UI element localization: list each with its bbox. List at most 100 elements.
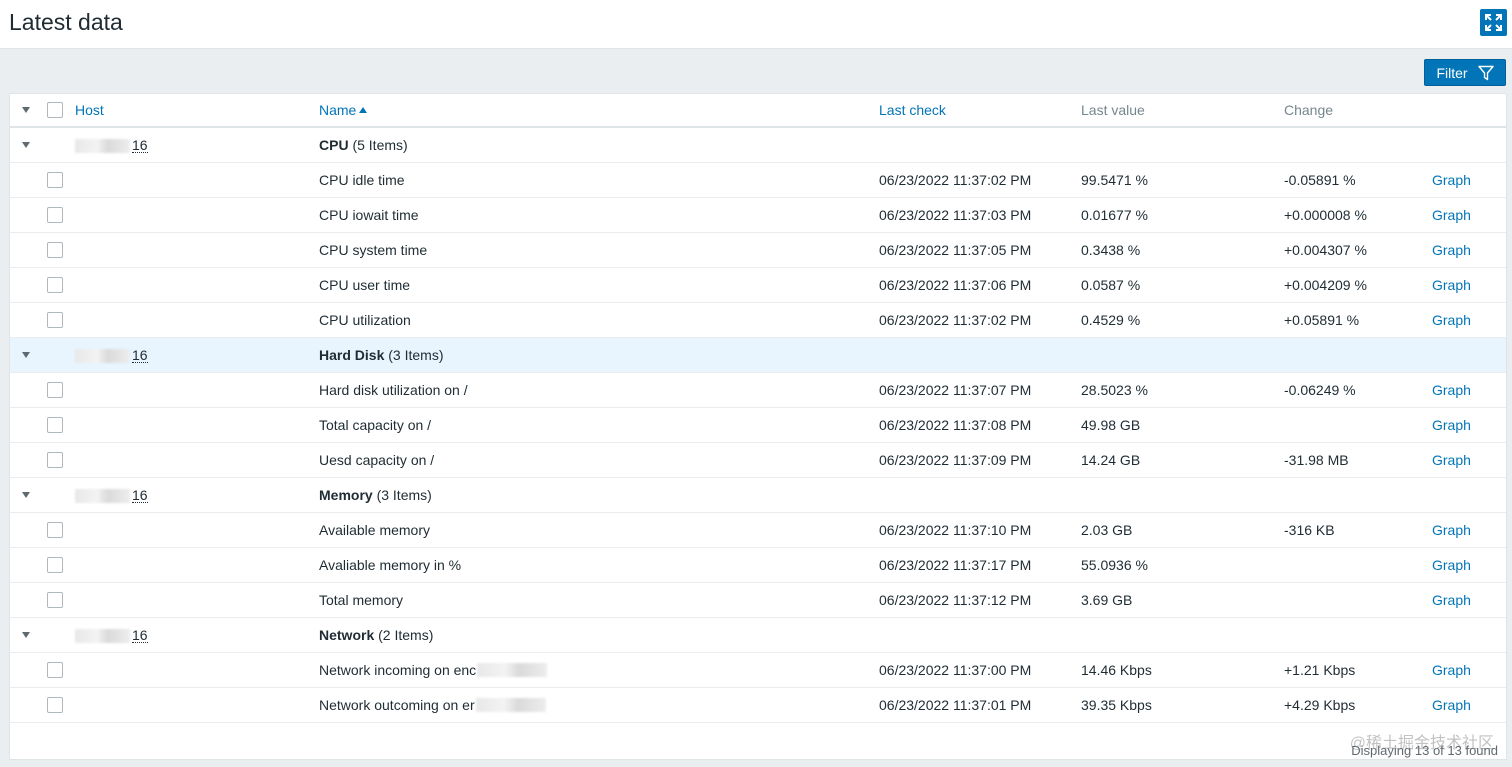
graph-link[interactable]: Graph (1432, 277, 1471, 293)
group-name: Hard Disk (319, 347, 385, 363)
host-link[interactable]: 16 (75, 488, 148, 503)
graph-link[interactable]: Graph (1432, 522, 1471, 538)
item-last-value: 14.24 GB (1081, 452, 1141, 468)
row-checkbox[interactable] (47, 452, 63, 468)
item-last-check: 06/23/2022 11:37:02 PM (879, 312, 1032, 328)
item-name: Total capacity on / (319, 417, 432, 433)
group-row: 16 CPU (5 Items) (10, 128, 1506, 163)
collapse-all-toggle[interactable] (22, 107, 30, 113)
item-change: +0.004307 % (1284, 242, 1367, 258)
table-row: Uesd capacity on / 06/23/2022 11:37:09 PM… (10, 443, 1506, 478)
group-name: Memory (319, 487, 373, 503)
column-change: Change (1284, 102, 1334, 118)
latest-data-table: Host Name Last check Last value Change 1… (9, 93, 1507, 760)
group-count: (5 Items) (352, 137, 408, 153)
group-collapse-toggle[interactable] (22, 142, 30, 148)
item-change: +0.004209 % (1284, 277, 1367, 293)
item-last-check: 06/23/2022 11:37:03 PM (879, 207, 1032, 223)
item-last-check: 06/23/2022 11:37:08 PM (879, 417, 1032, 433)
row-checkbox[interactable] (47, 662, 63, 678)
table-row: Available memory 06/23/2022 11:37:10 PM 2.… (10, 513, 1506, 548)
column-last-value: Last value (1081, 102, 1145, 118)
graph-link[interactable]: Graph (1432, 452, 1471, 468)
graph-link[interactable]: Graph (1432, 172, 1471, 188)
row-checkbox[interactable] (47, 522, 63, 538)
group-count: (3 Items) (388, 347, 444, 363)
item-last-check: 06/23/2022 11:37:07 PM (879, 382, 1032, 398)
row-checkbox[interactable] (47, 697, 63, 713)
group-collapse-toggle[interactable] (22, 492, 30, 498)
table-row: CPU iowait time 06/23/2022 11:37:03 PM 0.0… (10, 198, 1506, 233)
item-last-value: 3.69 GB (1081, 592, 1133, 608)
graph-link[interactable]: Graph (1432, 242, 1471, 258)
row-checkbox[interactable] (47, 207, 63, 223)
redacted-interface-name (475, 698, 546, 712)
item-name: CPU user time (319, 277, 411, 293)
item-last-value: 0.3438 % (1081, 242, 1141, 258)
column-name[interactable]: Name (319, 102, 356, 118)
graph-link[interactable]: Graph (1432, 417, 1471, 433)
group-count: (2 Items) (378, 627, 434, 643)
group-row: 16 Memory (3 Items) (10, 478, 1506, 513)
table-row: Network incoming on enc 06/23/2022 11:37:… (10, 653, 1506, 688)
column-last-check[interactable]: Last check (879, 102, 946, 118)
table-row: CPU user time 06/23/2022 11:37:06 PM 0.058… (10, 268, 1506, 303)
redacted-interface-name (477, 663, 548, 677)
redacted-host-name (75, 138, 130, 153)
item-name: Network incoming on enc (319, 662, 477, 678)
row-checkbox[interactable] (47, 242, 63, 258)
item-name: CPU utilization (319, 312, 411, 328)
graph-link[interactable]: Graph (1432, 662, 1471, 678)
item-name: Hard disk utilization on / (319, 382, 468, 398)
host-link[interactable]: 16 (75, 138, 148, 153)
graph-link[interactable]: Graph (1432, 312, 1471, 328)
graph-link[interactable]: Graph (1432, 697, 1471, 713)
graph-link[interactable]: Graph (1432, 207, 1471, 223)
table-row: Hard disk utilization on / 06/23/2022 11:… (10, 373, 1506, 408)
table-header: Host Name Last check Last value Change (10, 94, 1506, 128)
group-count: (3 Items) (376, 487, 432, 503)
item-name: CPU idle time (319, 172, 405, 188)
item-change: -316 KB (1284, 522, 1335, 538)
item-change: -0.05891 % (1284, 172, 1356, 188)
host-link[interactable]: 16 (75, 628, 148, 643)
item-name: CPU iowait time (319, 207, 419, 223)
item-last-check: 06/23/2022 11:37:10 PM (879, 522, 1032, 538)
item-last-check: 06/23/2022 11:37:12 PM (879, 592, 1032, 608)
group-collapse-toggle[interactable] (22, 352, 30, 358)
column-host[interactable]: Host (75, 102, 104, 118)
group-name: Network (319, 627, 375, 643)
row-checkbox[interactable] (47, 557, 63, 573)
group-collapse-toggle[interactable] (22, 632, 30, 638)
host-suffix: 16 (132, 346, 148, 363)
redacted-host-name (75, 488, 130, 503)
item-name: Uesd capacity on / (319, 452, 435, 468)
item-last-check: 06/23/2022 11:37:02 PM (879, 172, 1032, 188)
item-last-value: 0.4529 % (1081, 312, 1141, 328)
page-header: Latest data (0, 0, 1512, 49)
filter-button[interactable]: Filter (1424, 59, 1506, 86)
host-link[interactable]: 16 (75, 348, 148, 363)
item-last-value: 99.5471 % (1081, 172, 1148, 188)
group-row: 16 Network (2 Items) (10, 618, 1506, 653)
row-checkbox[interactable] (47, 382, 63, 398)
row-checkbox[interactable] (47, 417, 63, 433)
row-checkbox[interactable] (47, 172, 63, 188)
graph-link[interactable]: Graph (1432, 557, 1471, 573)
table-row: Total capacity on / 06/23/2022 11:37:08 P… (10, 408, 1506, 443)
filter-label: Filter (1436, 64, 1468, 81)
select-all-checkbox[interactable] (47, 102, 63, 118)
group-name: CPU (319, 137, 349, 153)
host-suffix: 16 (132, 626, 148, 643)
group-row: 16 Hard Disk (3 Items) (10, 338, 1506, 373)
row-checkbox[interactable] (47, 277, 63, 293)
graph-link[interactable]: Graph (1432, 592, 1471, 608)
item-change: +1.21 Kbps (1284, 662, 1356, 678)
item-last-value: 0.0587 % (1081, 277, 1141, 293)
fullscreen-button[interactable] (1480, 9, 1507, 36)
graph-link[interactable]: Graph (1432, 382, 1471, 398)
row-checkbox[interactable] (47, 592, 63, 608)
table-row: CPU idle time 06/23/2022 11:37:02 PM 99.54… (10, 163, 1506, 198)
row-checkbox[interactable] (47, 312, 63, 328)
expand-icon (1485, 14, 1502, 31)
